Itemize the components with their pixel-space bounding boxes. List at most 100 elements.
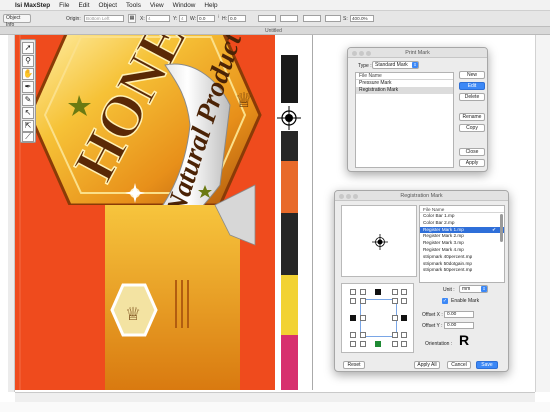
grid-point[interactable]: [350, 332, 356, 338]
rename-button[interactable]: Rename: [459, 113, 485, 121]
list-item[interactable]: Pressure Mark: [356, 80, 453, 87]
grid-point-selected[interactable]: [401, 315, 407, 321]
type-select[interactable]: Standard Mark ⇕: [372, 61, 419, 69]
minimize-window-icon[interactable]: [346, 194, 351, 199]
zoom-window-icon[interactable]: [353, 194, 358, 199]
rotate-field[interactable]: [303, 15, 321, 22]
link-icon[interactable]: ⁝: [216, 14, 221, 23]
object-info-toolbar: Object Info Origin: Bottom Left ▦ X: 4 Y…: [0, 11, 550, 28]
origin-select[interactable]: Bottom Left: [84, 15, 124, 22]
delete-button[interactable]: Delete: [459, 93, 485, 101]
position-grid[interactable]: [341, 283, 414, 353]
menu-view[interactable]: View: [150, 2, 164, 9]
direct-select-tool-icon[interactable]: ↖: [22, 107, 34, 119]
group-select-tool-icon[interactable]: ⇱: [22, 120, 34, 132]
offset-x-field[interactable]: 0.00: [444, 311, 474, 318]
reset-button[interactable]: Reset: [343, 361, 365, 369]
grid-point[interactable]: [392, 341, 398, 347]
list-item[interactable]: stripmark 50percent.mp: [420, 267, 504, 274]
enable-mark-checkbox[interactable]: ✓: [442, 298, 448, 304]
grid-point[interactable]: [401, 341, 407, 347]
measure-tool-icon[interactable]: ⟋: [22, 132, 34, 142]
registration-file-list[interactable]: File Name Color Bar 1.mp Color Bar 2.mp …: [419, 205, 505, 283]
anchor-grid-icon[interactable]: ▦: [128, 14, 136, 23]
grid-point[interactable]: [392, 298, 398, 304]
vertical-scrollbar[interactable]: [535, 35, 550, 392]
list-item[interactable]: stripmark 40percent.mp: [420, 254, 504, 261]
hand-tool-icon[interactable]: ✋: [22, 68, 34, 80]
scale-h-field[interactable]: [280, 15, 298, 22]
close-window-icon[interactable]: [339, 194, 344, 199]
object-info-button[interactable]: Object Info: [3, 14, 31, 28]
vertical-ruler[interactable]: [8, 35, 15, 392]
y-field[interactable]: 4: [179, 15, 187, 22]
grid-point[interactable]: [401, 289, 407, 295]
menu-help[interactable]: Help: [204, 2, 217, 9]
grid-point[interactable]: [360, 289, 366, 295]
grid-point-selected[interactable]: [375, 289, 381, 295]
scale-w-field[interactable]: [258, 15, 276, 22]
zoom-tool-icon[interactable]: ⚲: [22, 55, 34, 67]
copy-button[interactable]: Copy: [459, 124, 485, 132]
swatch-white-top: [281, 35, 298, 55]
horizontal-scrollbar[interactable]: [15, 392, 535, 402]
grid-point[interactable]: [392, 332, 398, 338]
grid-point[interactable]: [350, 298, 356, 304]
list-item[interactable]: Color Bar 1.mp: [420, 213, 504, 220]
list-item-selected[interactable]: Registration Mark: [356, 86, 453, 94]
edit-button[interactable]: Edit: [459, 82, 485, 90]
grid-point[interactable]: [360, 315, 366, 321]
menu-file[interactable]: File: [59, 2, 69, 9]
menu-bar: Isi MaxStep File Edit Object Tools View …: [0, 0, 550, 11]
list-item[interactable]: Color Bar 2.mp: [420, 220, 504, 227]
cancel-button[interactable]: Cancel: [447, 361, 471, 369]
grid-point[interactable]: [360, 298, 366, 304]
color-bar-strip[interactable]: [281, 35, 298, 390]
w-field[interactable]: 0.0: [197, 15, 215, 22]
mark-preview: [341, 205, 417, 277]
list-item[interactable]: stripmark 50dotgain.mp: [420, 261, 504, 268]
grid-point-active[interactable]: [375, 341, 381, 347]
list-item-selected[interactable]: Register Mark 1.mp ✔: [420, 226, 504, 234]
pencil-tool-icon[interactable]: ✎: [22, 94, 34, 106]
list-item[interactable]: Register Mark 2.mp: [420, 233, 504, 240]
list-item[interactable]: Register Mark 4.mp: [420, 247, 504, 254]
close-window-icon[interactable]: [352, 51, 357, 56]
zoom-field[interactable]: 400.0%: [350, 15, 374, 22]
orientation-preview[interactable]: R: [459, 333, 469, 347]
unit-select-value: mm: [462, 286, 471, 292]
grid-point[interactable]: [392, 315, 398, 321]
minimize-window-icon[interactable]: [359, 51, 364, 56]
zoom-window-icon[interactable]: [366, 51, 371, 56]
grid-point[interactable]: [401, 298, 407, 304]
close-button[interactable]: Close: [459, 148, 485, 156]
arrow-tool-icon[interactable]: ➚: [22, 42, 34, 54]
grid-point[interactable]: [401, 332, 407, 338]
apply-all-button[interactable]: Apply All: [414, 361, 440, 369]
list-item[interactable]: Register Mark 3.mp: [420, 240, 504, 247]
x-field[interactable]: 4: [146, 15, 170, 22]
grid-point[interactable]: [350, 341, 356, 347]
list-scroll-thumb[interactable]: [500, 214, 503, 242]
registration-mark-icon[interactable]: [277, 106, 301, 130]
grid-point-selected[interactable]: [350, 315, 356, 321]
menu-app-name[interactable]: Isi MaxStep: [15, 2, 50, 9]
grid-point[interactable]: [392, 289, 398, 295]
pen-tool-icon[interactable]: ✒: [22, 81, 34, 93]
offset-y-field[interactable]: 0.00: [444, 322, 474, 329]
grid-point[interactable]: [350, 289, 356, 295]
h-field[interactable]: 0.0: [228, 15, 246, 22]
grid-point[interactable]: [360, 332, 366, 338]
menu-object[interactable]: Object: [99, 2, 117, 9]
save-button[interactable]: Save: [476, 361, 498, 369]
print-mark-list[interactable]: File Name Pressure Mark Registration Mar…: [355, 72, 454, 168]
skew-field[interactable]: [325, 15, 341, 22]
apply-button[interactable]: Apply: [459, 159, 485, 167]
unit-select[interactable]: mm ⇕: [459, 285, 488, 293]
grid-point[interactable]: [360, 341, 366, 347]
menu-tools[interactable]: Tools: [126, 2, 141, 9]
menu-window[interactable]: Window: [173, 2, 196, 9]
new-button[interactable]: New: [459, 71, 485, 79]
menu-edit[interactable]: Edit: [78, 2, 89, 9]
artwork-honey-label[interactable]: HONEY Natural Product ♕ ♕: [15, 35, 275, 390]
